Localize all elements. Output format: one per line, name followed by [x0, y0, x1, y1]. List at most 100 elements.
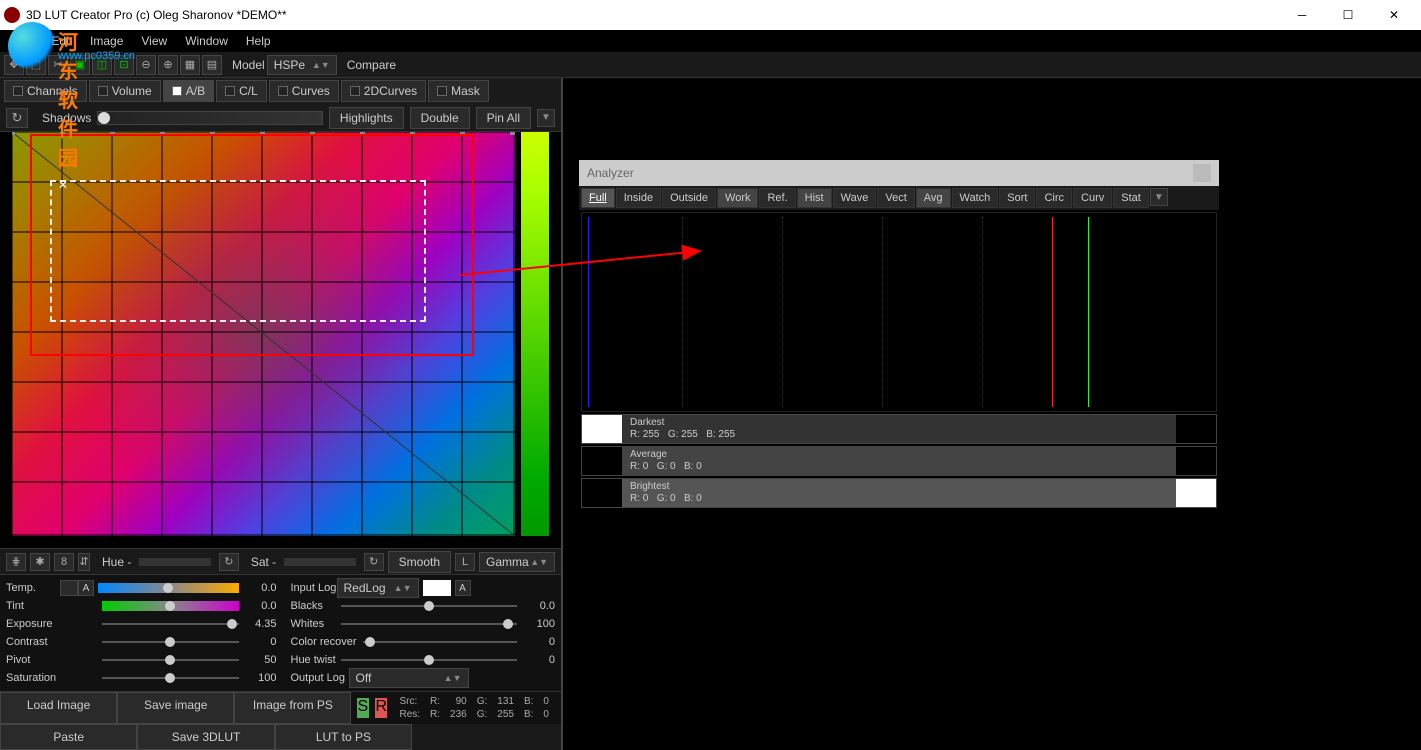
load-image-button[interactable]: Load Image	[0, 692, 117, 724]
color-grid[interactable]: ✕	[12, 132, 515, 536]
atab-sort[interactable]: Sort	[999, 188, 1035, 208]
tint-label: Tint	[6, 600, 60, 612]
input-log-a-button[interactable]: A	[455, 580, 471, 596]
double-button[interactable]: Double	[410, 107, 470, 129]
atab-outside[interactable]: Outside	[662, 188, 716, 208]
compare-label[interactable]: Compare	[347, 58, 396, 72]
app-icon	[4, 7, 20, 23]
white-swatch[interactable]	[423, 580, 451, 596]
color-recover-slider[interactable]	[363, 637, 518, 647]
blacks-slider[interactable]	[341, 601, 518, 611]
atab-full[interactable]: Full	[581, 188, 615, 208]
tool-green3-icon[interactable]: ⊡	[114, 55, 134, 75]
minimize-button[interactable]: ─	[1279, 0, 1325, 30]
tool-green-icon[interactable]: ▣	[70, 55, 90, 75]
atab-watch[interactable]: Watch	[952, 188, 999, 208]
tool-crop-icon[interactable]: ✂	[48, 55, 68, 75]
saturation-label: Saturation	[6, 672, 60, 684]
blacks-label: Blacks	[285, 600, 337, 612]
reset-shadows-icon[interactable]: ↻	[6, 108, 28, 128]
dropdown-icon[interactable]: ▼	[537, 109, 555, 127]
tool-green2-icon[interactable]: ◫	[92, 55, 112, 75]
atab-stat[interactable]: Stat	[1113, 188, 1149, 208]
input-log-label: Input Log	[285, 582, 337, 594]
atab-work[interactable]: Work	[717, 188, 758, 208]
smooth-button[interactable]: Smooth	[388, 551, 451, 573]
lut-to-ps-button[interactable]: LUT to PS	[275, 724, 412, 750]
l-button[interactable]: L	[455, 553, 475, 571]
whites-label: Whites	[285, 618, 337, 630]
sat-slider[interactable]	[284, 558, 355, 566]
analyzer-dropdown-icon[interactable]: ▼	[1150, 188, 1168, 206]
hue-twist-slider[interactable]	[341, 655, 518, 665]
tool-move-icon[interactable]: ✥	[4, 55, 24, 75]
tab-ab[interactable]: A/B	[163, 80, 214, 102]
hue-reset-icon[interactable]: ↻	[219, 553, 239, 571]
tool-grid2-icon[interactable]: ▤	[202, 55, 222, 75]
whites-slider[interactable]	[341, 619, 518, 629]
temp-slider[interactable]	[98, 583, 239, 593]
atab-inside[interactable]: Inside	[616, 188, 661, 208]
red-line	[1052, 217, 1053, 407]
tab-cl[interactable]: C/L	[216, 80, 267, 102]
tab-volume[interactable]: Volume	[89, 80, 161, 102]
menu-help[interactable]: Help	[238, 32, 279, 50]
pinall-button[interactable]: Pin All	[476, 107, 531, 129]
selection-dashed	[50, 180, 426, 322]
paste-button[interactable]: Paste	[0, 724, 137, 750]
contrast-slider[interactable]	[102, 637, 239, 647]
sat-reset-icon[interactable]: ↻	[364, 553, 384, 571]
tool-zoomin-icon[interactable]: ⊕	[158, 55, 178, 75]
menu-file[interactable]: File	[6, 32, 41, 50]
output-log-select[interactable]: Off▲▼	[349, 668, 469, 688]
grid-icon[interactable]: ⋕	[6, 553, 26, 571]
exposure-slider[interactable]	[102, 619, 239, 629]
analyzer-title[interactable]: Analyzer	[579, 160, 1219, 186]
atab-hist[interactable]: Hist	[797, 188, 832, 208]
arrows-icon[interactable]: ⇵	[78, 553, 90, 571]
green-line	[1088, 217, 1089, 407]
tool-grid1-icon[interactable]: ▦	[180, 55, 200, 75]
right-panel: Analyzer Full Inside Outside Work Ref. H…	[563, 78, 1421, 750]
atab-wave[interactable]: Wave	[833, 188, 877, 208]
hue-slider[interactable]	[139, 558, 210, 566]
wheel-icon[interactable]: ✱	[30, 553, 50, 571]
tint-slider[interactable]	[102, 601, 239, 611]
save-3dlut-button[interactable]: Save 3DLUT	[137, 724, 274, 750]
model-select[interactable]: HSPe▲▼	[267, 55, 337, 75]
close-button[interactable]: ✕	[1371, 0, 1417, 30]
atab-ref[interactable]: Ref.	[759, 188, 795, 208]
menu-view[interactable]: View	[133, 32, 175, 50]
temp-a-button[interactable]: A	[78, 580, 94, 596]
tool-marquee-icon[interactable]: ⬚	[26, 55, 46, 75]
shadows-slider[interactable]	[97, 111, 323, 125]
save-image-button[interactable]: Save image	[117, 692, 234, 724]
menu-window[interactable]: Window	[177, 32, 236, 50]
highlights-button[interactable]: Highlights	[329, 107, 404, 129]
hue-strip[interactable]	[521, 132, 549, 536]
grid-size[interactable]: 8	[54, 553, 74, 571]
image-from-ps-button[interactable]: Image from PS	[234, 692, 351, 724]
atab-avg[interactable]: Avg	[916, 188, 951, 208]
input-log-select[interactable]: RedLog▲▼	[337, 578, 419, 598]
color-grid-area: ✕	[0, 132, 561, 548]
atab-curv[interactable]: Curv	[1073, 188, 1112, 208]
maximize-button[interactable]: ☐	[1325, 0, 1371, 30]
window-title: 3D LUT Creator Pro (c) Oleg Sharonov *DE…	[26, 8, 1279, 22]
pivot-slider[interactable]	[102, 655, 239, 665]
menu-image[interactable]: Image	[82, 32, 131, 50]
tab-curves[interactable]: Curves	[269, 80, 339, 102]
analyzer-close-icon[interactable]	[1193, 164, 1211, 182]
atab-circ[interactable]: Circ	[1036, 188, 1072, 208]
tab-channels[interactable]: Channels	[4, 80, 87, 102]
tool-zoomout-icon[interactable]: ⊖	[136, 55, 156, 75]
histogram-area[interactable]	[581, 212, 1217, 412]
menu-edit[interactable]: Edit	[43, 32, 80, 50]
tab-2dcurves[interactable]: 2DCurves	[341, 80, 426, 102]
eyedropper-icon[interactable]	[60, 580, 78, 596]
gamma-select[interactable]: Gamma▲▼	[479, 552, 555, 572]
saturation-slider[interactable]	[102, 673, 239, 683]
tab-mask[interactable]: Mask	[428, 80, 489, 102]
src-info: S R Src:R:90G:131B:0 Res:R:236G:255B:0	[351, 692, 561, 724]
atab-vect[interactable]: Vect	[877, 188, 914, 208]
